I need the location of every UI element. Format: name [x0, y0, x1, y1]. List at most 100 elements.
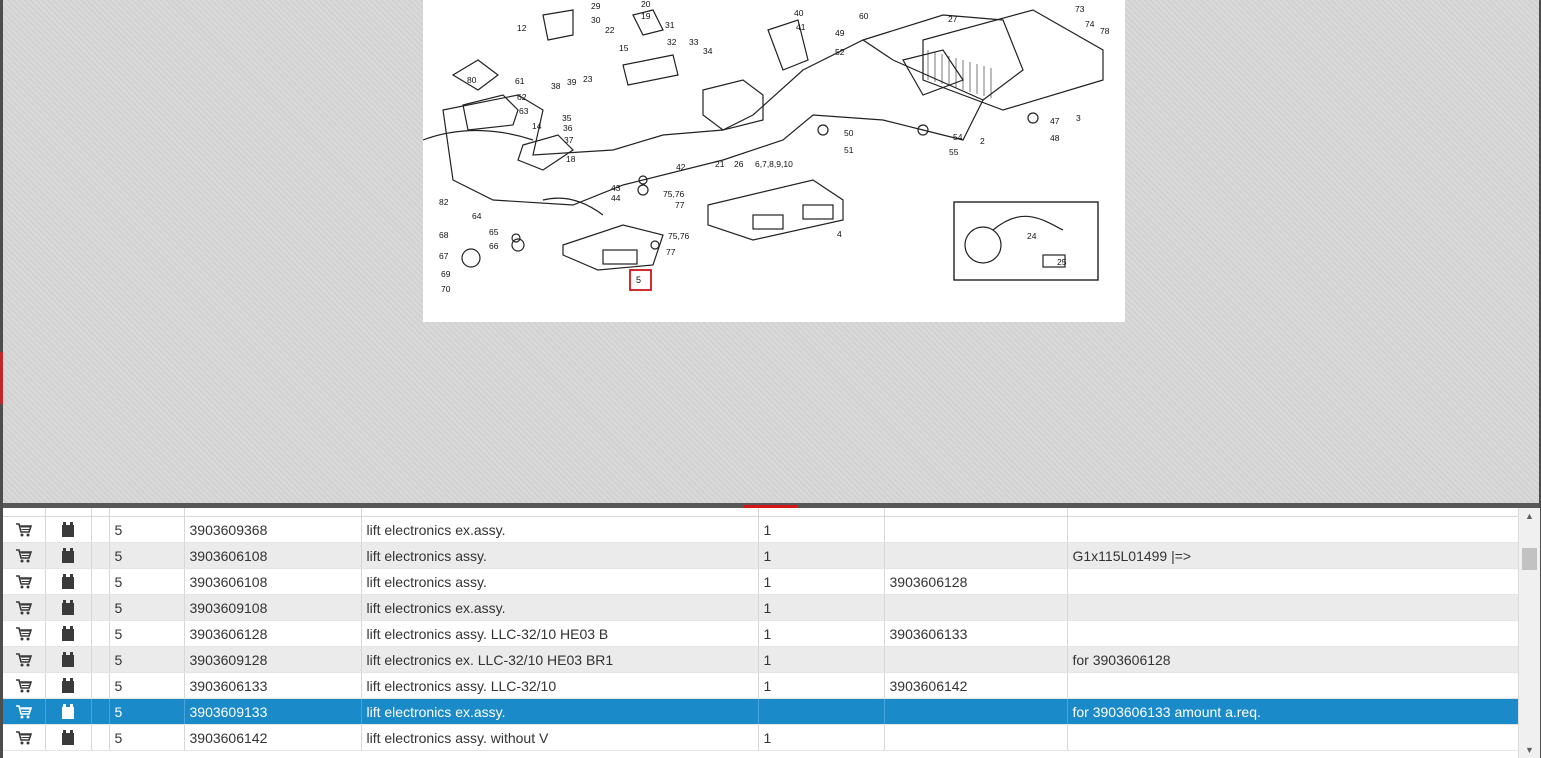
add-to-cart-icon[interactable] — [3, 594, 46, 621]
svg-text:49: 49 — [835, 28, 845, 38]
position-cell: 5 — [109, 568, 185, 595]
svg-text:30: 30 — [591, 15, 601, 25]
quantity-cell: 1 — [758, 646, 885, 673]
part-number-cell: 3903606142 — [184, 724, 362, 751]
replaced-by-cell — [884, 542, 1068, 569]
table-row[interactable]: 5 3903609128 lift electronics ex. LLC-32/1… — [3, 646, 1518, 673]
parts-table: 5 3903609368 lift electronics ex.assy. 1 5 39… — [3, 508, 1518, 751]
part-number-cell: 3903606133 — [184, 672, 362, 699]
svg-text:41: 41 — [796, 22, 806, 32]
svg-text:75,76: 75,76 — [663, 189, 685, 199]
svg-text:62: 62 — [517, 92, 527, 102]
svg-text:5: 5 — [636, 275, 641, 285]
table-row[interactable]: 5 3903606133 lift electronics assy. LLC-32… — [3, 672, 1518, 699]
remark-cell — [1067, 620, 1518, 647]
table-row[interactable]: 5 3903609368 lift electronics ex.assy. 1 — [3, 516, 1518, 543]
add-to-cart-icon[interactable] — [3, 724, 46, 751]
parts-bag-icon[interactable] — [45, 594, 92, 621]
parts-bag-icon[interactable] — [45, 516, 92, 543]
grid-scrollbar[interactable]: ▲ ▼ — [1518, 508, 1540, 758]
add-to-cart-icon[interactable] — [3, 516, 46, 543]
parts-bag-icon[interactable] — [45, 724, 92, 751]
position-cell: 5 — [109, 516, 185, 543]
position-cell: 5 — [109, 698, 185, 725]
quantity-cell: 1 — [758, 672, 885, 699]
exploded-parts-drawing[interactable]: 29 30 20 19 12 31 32 22 15 33 34 40 41 60 27 73 74 78… — [423, 0, 1125, 322]
svg-text:24: 24 — [1027, 231, 1037, 241]
replaced-by-cell — [884, 516, 1068, 543]
position-cell: 5 — [109, 646, 185, 673]
table-row[interactable]: 5 3903609108 lift electronics ex.assy. 1 — [3, 594, 1518, 621]
quantity-cell: 1 — [758, 594, 885, 621]
svg-text:3: 3 — [1076, 113, 1081, 123]
add-to-cart-icon[interactable] — [3, 568, 46, 595]
replaced-by-cell: 3903606133 — [884, 620, 1068, 647]
svg-text:27: 27 — [948, 14, 958, 24]
svg-text:12: 12 — [517, 23, 527, 33]
description-cell: lift electronics ex.assy. — [361, 516, 759, 543]
svg-text:60: 60 — [859, 11, 869, 21]
svg-text:22: 22 — [605, 25, 615, 35]
part-number-cell: 3903609108 — [184, 594, 362, 621]
parts-bag-icon[interactable] — [45, 568, 92, 595]
remark-cell — [1067, 672, 1518, 699]
svg-text:69: 69 — [441, 269, 451, 279]
position-cell: 5 — [109, 672, 185, 699]
spacer-cell — [91, 646, 110, 673]
svg-text:65: 65 — [489, 227, 499, 237]
remark-cell: for 3903606128 — [1067, 646, 1518, 673]
description-cell: lift electronics ex.assy. — [361, 698, 759, 725]
part-number-cell: 3903606108 — [184, 542, 362, 569]
description-cell: lift electronics ex.assy. — [361, 594, 759, 621]
parts-bag-icon[interactable] — [45, 698, 92, 725]
parts-bag-icon[interactable] — [45, 620, 92, 647]
remark-cell — [1067, 594, 1518, 621]
svg-text:38: 38 — [551, 81, 561, 91]
replaced-by-cell: 3903606142 — [884, 672, 1068, 699]
svg-text:82: 82 — [439, 197, 449, 207]
description-cell: lift electronics assy. LLC-32/10 — [361, 672, 759, 699]
add-to-cart-icon[interactable] — [3, 672, 46, 699]
spacer-cell — [91, 724, 110, 751]
svg-text:4: 4 — [837, 229, 842, 239]
table-row[interactable]: 5 3903606128 lift electronics assy. LLC-32… — [3, 620, 1518, 647]
quantity-cell — [758, 698, 885, 725]
scroll-up-arrow-icon[interactable]: ▲ — [1519, 508, 1540, 524]
parts-bag-icon[interactable] — [45, 672, 92, 699]
spacer-cell — [91, 594, 110, 621]
table-row[interactable]: 5 3903606108 lift electronics assy. 1 G1x115… — [3, 542, 1518, 569]
svg-text:36: 36 — [563, 123, 573, 133]
position-cell: 5 — [109, 594, 185, 621]
left-edge-marker — [0, 352, 3, 404]
svg-text:25: 25 — [1057, 257, 1067, 267]
svg-text:20: 20 — [641, 0, 651, 9]
add-to-cart-icon[interactable] — [3, 698, 46, 725]
add-to-cart-icon[interactable] — [3, 542, 46, 569]
scrollbar-thumb[interactable] — [1522, 548, 1537, 570]
parts-bag-icon[interactable] — [45, 646, 92, 673]
highlighted-callout[interactable]: 5 — [629, 269, 652, 291]
table-row[interactable]: 5 3903606108 lift electronics assy. 1 390360… — [3, 568, 1518, 595]
description-cell: lift electronics assy. without V — [361, 724, 759, 751]
part-number-cell: 3903609133 — [184, 698, 362, 725]
svg-text:19: 19 — [641, 11, 651, 21]
table-row[interactable]: 5 3903609133 lift electronics ex.assy. for … — [3, 698, 1518, 725]
replaced-by-cell — [884, 594, 1068, 621]
drawing-viewer[interactable]: 29 30 20 19 12 31 32 22 15 33 34 40 41 60 27 73 74 78… — [3, 0, 1539, 503]
spacer-cell — [91, 672, 110, 699]
quantity-cell: 1 — [758, 516, 885, 543]
svg-text:77: 77 — [675, 200, 685, 210]
table-row-partial — [3, 508, 1518, 517]
svg-text:66: 66 — [489, 241, 499, 251]
table-row[interactable]: 5 3903606142 lift electronics assy. withou… — [3, 724, 1518, 751]
svg-text:32: 32 — [667, 37, 677, 47]
scroll-down-arrow-icon[interactable]: ▼ — [1519, 742, 1540, 758]
svg-text:34: 34 — [703, 46, 713, 56]
svg-text:14: 14 — [532, 121, 542, 131]
svg-text:80: 80 — [467, 75, 477, 85]
svg-text:26: 26 — [734, 159, 744, 169]
add-to-cart-icon[interactable] — [3, 646, 46, 673]
add-to-cart-icon[interactable] — [3, 620, 46, 647]
svg-text:42: 42 — [676, 162, 686, 172]
parts-bag-icon[interactable] — [45, 542, 92, 569]
